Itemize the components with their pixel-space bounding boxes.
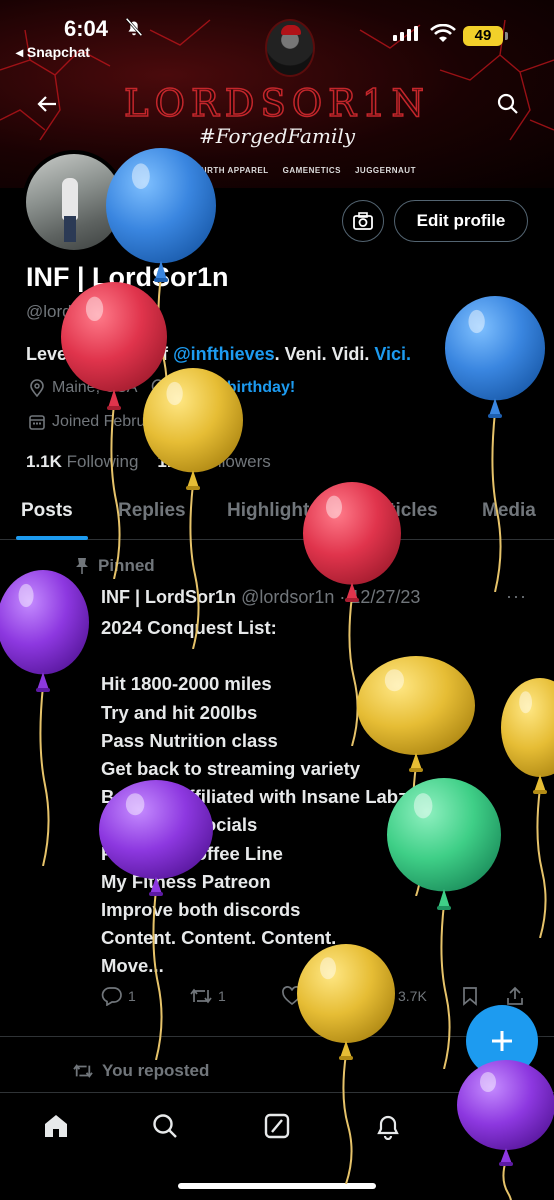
balloon-purple <box>457 1060 554 1200</box>
reposted-indicator: You reposted <box>72 1061 209 1081</box>
balloon-yellow <box>501 678 554 938</box>
search-icon <box>497 93 518 114</box>
location-pin-icon <box>30 379 44 397</box>
search-button[interactable] <box>490 86 526 122</box>
repost-count: 1 <box>218 988 226 1004</box>
balloon-yellow <box>143 368 243 649</box>
balloon-blue <box>445 296 545 592</box>
back-button[interactable] <box>29 86 65 122</box>
balloon-purple <box>0 570 89 866</box>
grok-icon <box>264 1113 290 1139</box>
banner-sponsors: REBIRTH APPAREL GAMENETICS JUGGERNAUT <box>186 166 416 175</box>
status-bar: 6:04 ◂ Snapchat 49 <box>0 0 554 64</box>
camera-icon <box>353 212 373 230</box>
avatar-figure <box>62 178 78 220</box>
arrow-left-icon <box>37 96 56 112</box>
repost-icon <box>73 1064 93 1078</box>
cellular-signal-icon <box>393 26 418 41</box>
banner-tagline: #ForgedFamily <box>198 124 356 148</box>
share-icon <box>507 986 523 1005</box>
balloon-purple <box>99 780 213 1060</box>
avatar-figure-legs <box>64 216 76 242</box>
bio-hashtag-link[interactable]: Vici. <box>374 344 411 364</box>
banner-title: LORDSOR1N <box>123 81 430 126</box>
status-time: 6:04 <box>64 16 109 41</box>
nav-home[interactable] <box>41 1111 71 1141</box>
battery-indicator: 49 <box>463 26 508 46</box>
edit-profile-button[interactable]: Edit profile <box>394 200 528 242</box>
sponsor-juggernaut: JUGGERNAUT <box>354 166 416 175</box>
bell-muted-icon <box>125 17 143 37</box>
balloon-yellow <box>297 944 395 1184</box>
balloon-green <box>387 778 501 1069</box>
nav-grok[interactable] <box>262 1111 292 1141</box>
bio-text-mid: . Veni. Vidi. <box>274 344 375 364</box>
calendar-icon <box>29 415 45 430</box>
reposted-label: You reposted <box>102 1061 210 1080</box>
sponsor-gamenetics: GAMENETICS <box>282 166 341 175</box>
search-icon <box>153 1114 177 1138</box>
camera-button[interactable] <box>342 200 384 242</box>
wifi-icon <box>430 24 456 42</box>
share-button[interactable] <box>505 986 525 1006</box>
back-to-app-link[interactable]: ◂ Snapchat <box>16 44 90 61</box>
following-count: 1.1K <box>26 452 62 471</box>
nav-search[interactable] <box>150 1111 180 1141</box>
home-icon <box>45 1115 67 1137</box>
